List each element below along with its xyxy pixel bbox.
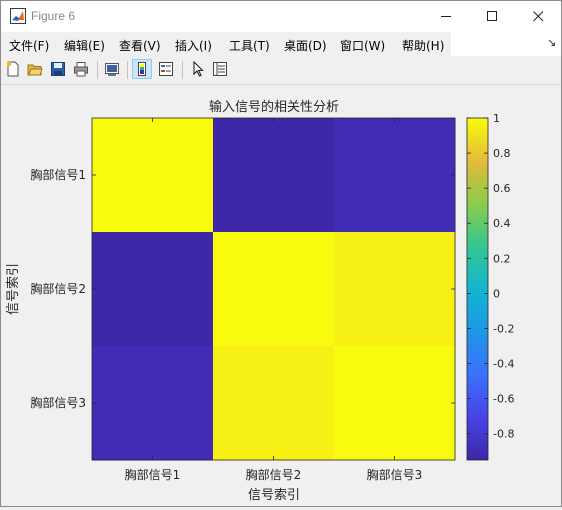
correlation-heatmap-chart: 输入信号的相关性分析 胸部信号1 胸部信号2 胸部信号3 胸部信号1 胸部信号2 胸部信…	[6, 99, 514, 503]
heatmap-cell-r3-c1[interactable]	[92, 346, 214, 461]
figure-window: Figure 6 文件(F) 编辑(E) 查看(V) 插入(I) 工具(T) 桌…	[0, 0, 562, 507]
matlab-logo-icon	[10, 8, 26, 24]
heatmap-cell-r1-c1[interactable]	[92, 118, 214, 233]
colorbar-tick-label: 0.8	[493, 147, 511, 160]
maximize-icon	[486, 11, 497, 21]
plot-area: 输入信号的相关性分析 胸部信号1 胸部信号2 胸部信号3 胸部信号1 胸部信号2 胸部信…	[1, 85, 561, 506]
toolbar-separator	[182, 61, 183, 79]
heatmap-cell-r3-c3[interactable]	[334, 346, 456, 461]
print-button[interactable]	[71, 59, 91, 79]
close-icon	[532, 11, 543, 22]
minimize-icon	[440, 16, 451, 17]
x-axis-label: 信号索引	[248, 488, 300, 503]
save-icon	[51, 62, 65, 76]
legend-button[interactable]	[156, 59, 176, 79]
y-tick-label: 胸部信号3	[30, 395, 86, 410]
colorbar-tick-label: -0.8	[493, 428, 514, 441]
x-tick-label: 胸部信号2	[246, 467, 302, 482]
toolbar-separator	[97, 61, 98, 79]
toolbar	[1, 56, 561, 85]
minimize-button[interactable]	[423, 1, 469, 32]
menu-tools[interactable]: 工具(T)	[229, 37, 270, 54]
edit-plot-button[interactable]	[188, 59, 208, 79]
colorbar-tick-label: -0.4	[493, 358, 514, 371]
maximize-button[interactable]	[469, 1, 515, 32]
x-tick-label: 胸部信号1	[125, 467, 181, 482]
title-bar: Figure 6	[1, 1, 561, 32]
open-file-icon	[27, 64, 43, 76]
colorbar-tick-label: 0.4	[493, 217, 511, 230]
colorbar-tick-label: 1	[493, 112, 500, 125]
heatmap-cell-r1-c2[interactable]	[213, 118, 335, 233]
heatmap-cell-r3-c2[interactable]	[213, 346, 335, 461]
colorbar-button[interactable]	[132, 59, 152, 79]
menu-window[interactable]: 窗口(W)	[340, 37, 385, 54]
menu-insert[interactable]: 插入(I)	[175, 37, 212, 54]
save-button[interactable]	[48, 59, 68, 79]
heatmap-cell-r2-c3[interactable]	[334, 232, 456, 347]
colorbar-tick-label: -0.6	[493, 393, 514, 406]
menu-bar-spacer	[451, 32, 561, 56]
y-tick-label: 胸部信号1	[30, 167, 86, 182]
x-tick-label: 胸部信号3	[367, 467, 423, 482]
colorbar-tick-label: -0.2	[493, 322, 514, 335]
link-plot-button[interactable]	[102, 59, 122, 79]
y-tick-label: 胸部信号2	[30, 281, 86, 296]
property-inspector-icon	[213, 62, 227, 76]
menu-edit[interactable]: 编辑(E)	[64, 37, 105, 54]
y-axis-label: 信号索引	[6, 263, 21, 315]
print-icon	[74, 62, 88, 77]
legend-icon	[159, 62, 173, 76]
colorbar[interactable]	[466, 117, 489, 461]
window-title: Figure 6	[31, 9, 76, 23]
pointer-icon	[193, 61, 204, 77]
close-button[interactable]	[515, 1, 561, 32]
colorbar-tick-label: 0	[493, 287, 500, 300]
menu-help[interactable]: 帮助(H)	[402, 37, 444, 54]
new-figure-icon	[6, 61, 19, 77]
colorbar-icon	[138, 62, 146, 76]
heatmap-cell-r2-c1[interactable]	[92, 232, 214, 347]
open-file-button[interactable]	[25, 59, 45, 79]
menu-file[interactable]: 文件(F)	[9, 37, 49, 54]
chart-title: 输入信号的相关性分析	[209, 99, 339, 115]
colorbar-tick-label: 0.2	[493, 252, 511, 265]
toolbar-separator	[127, 61, 128, 79]
property-inspector-button[interactable]	[210, 59, 230, 79]
colorbar-tick-label: 0.6	[493, 182, 511, 195]
dock-arrow-icon[interactable]: ↘	[547, 36, 556, 49]
menu-desktop[interactable]: 桌面(D)	[284, 37, 327, 54]
heatmap-cell-r1-c3[interactable]	[334, 118, 456, 233]
new-figure-button[interactable]	[3, 59, 23, 79]
link-plot-icon	[105, 63, 119, 76]
heatmap-cell-r2-c2[interactable]	[213, 232, 335, 347]
menu-view[interactable]: 查看(V)	[119, 37, 161, 54]
